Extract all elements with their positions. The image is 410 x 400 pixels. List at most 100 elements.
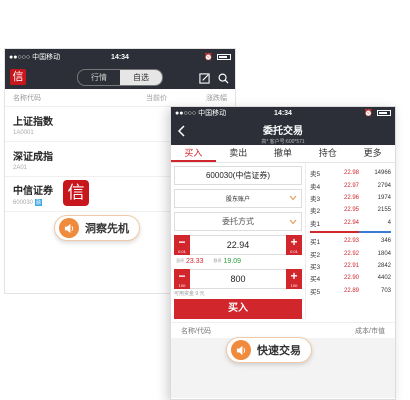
price-decrease-button[interactable]: −0.01 [174,235,190,255]
level-label: 卖4 [310,183,321,191]
app-logo: 信 [10,69,26,85]
level-price: 22.92 [343,250,359,257]
header-price: 当前价 [146,94,167,102]
level-label: 买4 [310,276,321,284]
margin-badge: 融 [35,199,43,206]
level-label: 卖5 [310,171,321,179]
quantity-input[interactable]: 800 [190,269,286,289]
tab-buy[interactable]: 买入 [171,145,216,162]
order-book-row[interactable]: 买2 22.92 1804 [306,247,395,259]
minus-icon: − [178,235,186,249]
tab-cancel[interactable]: 撤单 [261,145,306,162]
status-bar: ●●○○○ 中国移动 14:34 ⏰ [5,49,235,65]
positions-header: 名称/代码 成本/市值 [171,322,395,338]
available-funds: 可用资金 9 元 [174,291,205,297]
step-label: 0.01 [178,249,186,254]
level-volume: 2794 [377,182,391,189]
edit-icon[interactable] [199,71,210,89]
step-label: 100 [290,283,298,288]
callout-text: 快速交易 [257,345,301,357]
carrier-label: ●●○○○ 中国移动 [9,54,61,61]
account-select[interactable]: 股东账户 [174,189,302,208]
stock-name: 上证指数 [13,116,53,128]
level-price: 22.93 [343,238,359,245]
tab-sell[interactable]: 卖出 [216,145,261,162]
order-book-row[interactable]: 买1 22.93 346 [306,235,395,247]
status-bar: ●●○○○ 中国移动 14:34 ⏰ [171,107,395,119]
order-book-divider [310,230,391,234]
order-book-row[interactable]: 卖5 22.98 14966 [306,167,395,179]
quotes-nav-bar: 信 行情 自选 [5,65,235,89]
battery-icon [377,110,391,116]
tab-watchlist[interactable]: 自选 [120,70,162,85]
level-volume: 2842 [377,262,391,269]
price-limits: 涨停 23.33 跌停 19.09 [174,256,302,266]
quotes-table-header: 名称代码 当前价 涨跌幅 [5,89,235,107]
carrier-label: ●●○○○ 中国移动 [175,110,227,117]
step-label: 0.01 [290,249,298,254]
speaker-icon [59,218,79,238]
stock-code: 2A01 [13,164,28,171]
price-increase-button[interactable]: +0.01 [286,235,302,255]
search-icon[interactable] [218,71,229,89]
order-type-select[interactable]: 委托方式 [174,212,302,231]
level-volume: 2155 [377,207,391,214]
level-volume: 14966 [374,170,391,177]
minus-icon: − [178,269,186,283]
order-book-row[interactable]: 卖2 22.95 2155 [306,204,395,216]
order-book-row[interactable]: 卖3 22.96 1974 [306,192,395,204]
stock-code: 600030 [13,200,34,206]
clock: 14:34 [111,53,129,61]
limit-down-label: 跌停 [213,258,222,263]
alarm-icon: ⏰ [204,54,213,61]
level-price: 22.91 [343,262,359,269]
plus-icon: + [290,269,298,283]
order-book-row[interactable]: 卖1 22.94 4 [306,217,395,229]
page-title: 委托交易 [263,126,303,137]
limit-up-price[interactable]: 23.33 [186,258,204,265]
level-label: 买3 [310,263,321,271]
level-label: 买5 [310,288,321,296]
trade-nav-bar: 委托交易 高* 客户号:600*571 [171,119,395,145]
stock-name: 深证成指 [13,151,53,163]
order-form: 600030(中信证券) 股东账户 委托方式 −0.01 22.94 +0.01… [171,163,305,319]
tab-market[interactable]: 行情 [78,70,120,85]
limit-down-price[interactable]: 19.09 [224,258,242,265]
level-label: 卖3 [310,195,321,203]
order-book-row[interactable]: 买5 22.89 703 [306,285,395,297]
level-volume: 1974 [377,194,391,201]
tab-positions[interactable]: 持仓 [305,145,350,162]
level-label: 买1 [310,239,321,247]
level-price: 22.90 [343,275,359,282]
quantity-stepper: −100 800 +100 [174,269,302,289]
chevron-down-icon [289,195,297,203]
account-select-label: 股东账户 [225,197,250,203]
client-info: 高* 客户号:600*571 [261,139,305,145]
level-price: 22.94 [343,219,359,226]
stock-input[interactable]: 600030(中信证券) [174,166,302,185]
trade-tabs: 买入 卖出 撤单 持仓 更多 [171,145,395,163]
order-book-row[interactable]: 买3 22.91 2842 [306,260,395,272]
quotes-segment-control: 行情 自选 [77,69,163,86]
level-volume: 4 [387,219,391,226]
chevron-down-icon [289,218,297,227]
alarm-icon: ⏰ [364,110,373,117]
header-name-code: 名称/代码 [181,327,211,335]
tab-more[interactable]: 更多 [350,145,395,162]
order-book-row[interactable]: 买4 22.90 4402 [306,272,395,284]
qty-increase-button[interactable]: +100 [286,269,302,289]
qty-decrease-button[interactable]: −100 [174,269,190,289]
price-input[interactable]: 22.94 [190,235,286,255]
header-name: 名称代码 [13,94,41,102]
order-book: 卖5 22.98 14966 卖4 22.97 2794 卖3 22.96 1974 卖2 2… [305,163,395,319]
citic-seal-icon: 信 [63,180,89,206]
level-volume: 703 [380,287,391,294]
order-book-row[interactable]: 卖4 22.97 2794 [306,179,395,191]
back-chevron-icon[interactable] [177,124,186,142]
callout-fast-trade: 快速交易 [226,337,312,363]
level-volume: 4402 [377,275,391,282]
callout-insight: 洞察先机 [54,215,140,241]
plus-icon: + [290,235,298,249]
buy-button[interactable]: 买入 [174,299,302,319]
battery-icon [217,54,231,60]
